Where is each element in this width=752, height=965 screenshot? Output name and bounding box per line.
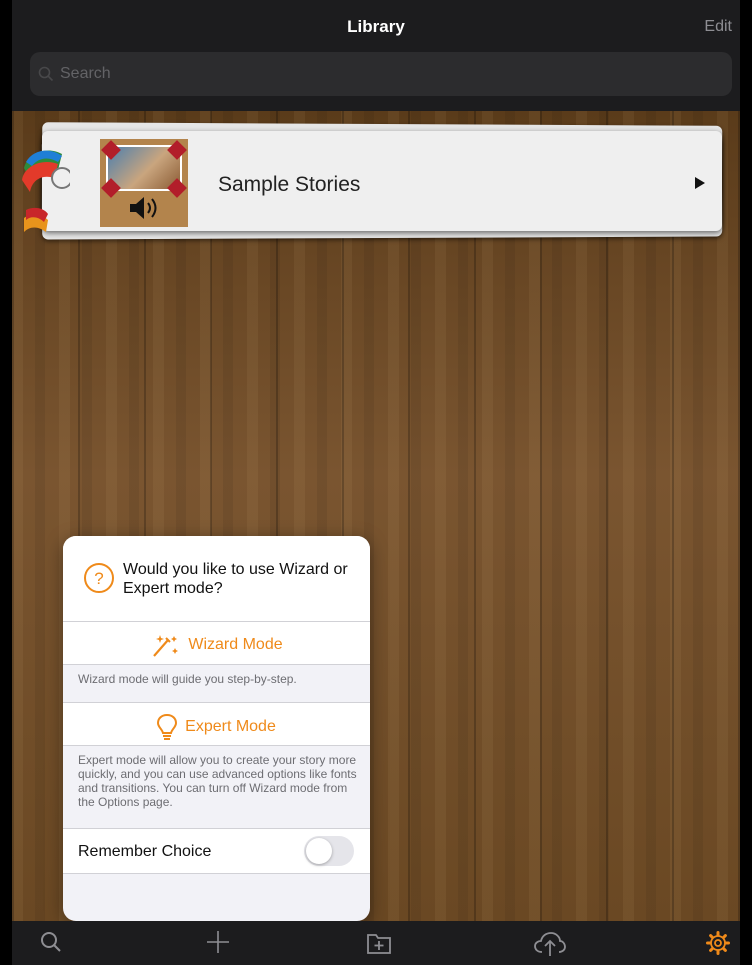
collection-label: Sample Stories [218, 173, 361, 196]
svg-text:?: ? [94, 569, 103, 588]
cloud-upload-icon[interactable] [533, 931, 567, 957]
lightbulb-icon [157, 713, 178, 740]
plus-icon[interactable] [206, 930, 230, 954]
search-field[interactable]: Search [30, 52, 732, 96]
collection-ribbon-icon [22, 150, 70, 232]
wizard-mode-note: Wizard mode will guide you step-by-step. [78, 672, 297, 686]
collection-item-sample-stories[interactable]: Sample Stories [42, 131, 722, 231]
remember-choice-row: Remember Choice [63, 829, 370, 873]
mode-question: Would you like to use Wizard or Expert m… [123, 561, 348, 597]
chevron-right-icon [695, 177, 705, 189]
navigation-bar: Library Edit Search [12, 0, 740, 111]
question-circle-icon: ? [84, 563, 114, 593]
toggle-knob [306, 838, 332, 864]
gear-icon[interactable] [706, 931, 730, 955]
remember-choice-toggle[interactable] [304, 836, 354, 866]
page-title: Library [347, 17, 405, 36]
search-placeholder: Search [60, 65, 111, 82]
magic-wand-icon [153, 635, 179, 657]
screen: Library Edit Search Sample Stories ? Wou… [12, 0, 740, 965]
edit-button[interactable]: Edit [704, 18, 732, 36]
search-icon [38, 66, 54, 82]
popover-header: ? Would you like to use Wizard or Expert… [63, 536, 370, 621]
separator [63, 664, 370, 665]
separator [63, 745, 370, 746]
bottom-toolbar [12, 921, 740, 965]
expert-mode-button[interactable]: Expert Mode [63, 703, 370, 745]
remember-choice-label: Remember Choice [78, 843, 212, 860]
story-thumbnail [100, 139, 188, 227]
speaker-icon [130, 197, 157, 219]
expert-mode-label: Expert Mode [185, 718, 276, 735]
search-icon[interactable] [40, 931, 62, 953]
expert-mode-note: Expert mode will allow you to create you… [78, 753, 357, 809]
wizard-mode-label: Wizard Mode [188, 636, 283, 653]
mode-chooser-popover: ? Would you like to use Wizard or Expert… [63, 536, 370, 921]
separator [63, 873, 370, 874]
add-folder-icon[interactable] [366, 931, 392, 955]
wizard-mode-button[interactable]: Wizard Mode [63, 622, 370, 664]
